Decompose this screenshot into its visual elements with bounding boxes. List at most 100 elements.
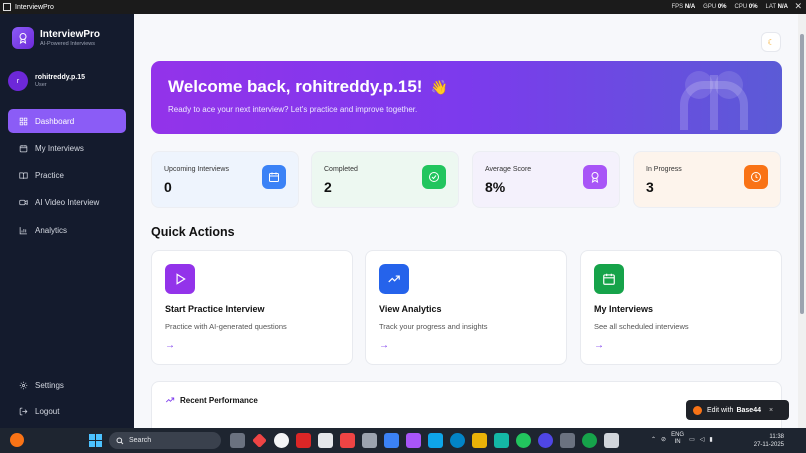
brand-name: InterviewPro: [40, 29, 101, 40]
sidebar-item-ai-video-interview[interactable]: AI Video Interview: [8, 191, 126, 215]
copilot-icon[interactable]: [406, 433, 421, 448]
quick-action-title: Start Practice Interview: [165, 304, 265, 314]
clock[interactable]: 11:38 27-11-2025: [754, 433, 784, 449]
quick-action-desc: See all scheduled interviews: [594, 322, 689, 331]
chevron-up-icon[interactable]: ⌃: [651, 436, 656, 443]
sidebar-item-label: Settings: [35, 380, 64, 390]
arrow-right-icon[interactable]: →: [379, 340, 389, 351]
quick-action-my-interviews[interactable]: My Interviews See all scheduled intervie…: [580, 250, 782, 365]
stat-card-average-score: Average Score 8%: [472, 151, 620, 208]
system-tray: ⌃ ⊘ ENG IN ▭ ◁ ▮: [651, 432, 713, 446]
sidebar-item-settings[interactable]: Settings: [8, 373, 126, 397]
app-icon[interactable]: [604, 433, 619, 448]
weather-icon[interactable]: [10, 433, 24, 447]
task-view-icon[interactable]: [230, 433, 245, 448]
quick-action-start-practice[interactable]: Start Practice Interview Practice with A…: [151, 250, 353, 365]
sidebar-item-practice[interactable]: Practice: [8, 164, 126, 188]
taskbar-search-input[interactable]: Search: [109, 432, 221, 449]
quick-action-desc: Practice with AI-generated questions: [165, 322, 287, 331]
chrome-icon[interactable]: [516, 433, 531, 448]
trending-up-icon: [379, 264, 409, 294]
welcome-banner: Welcome back, rohitreddy.p.15! 👋 Ready to…: [151, 61, 782, 134]
play-icon: [165, 264, 195, 294]
welcome-title: Welcome back, rohitreddy.p.15! 👋: [168, 77, 448, 96]
scrollbar-thumb[interactable]: [800, 34, 804, 314]
sidebar-bottom-nav: Settings Logout: [8, 373, 126, 425]
trending-up-icon: [165, 397, 175, 403]
display-icon[interactable]: ▭: [689, 436, 695, 443]
stat-card-upcoming: Upcoming Interviews 0: [151, 151, 299, 208]
mail-icon[interactable]: [384, 433, 399, 448]
edge-icon[interactable]: [450, 433, 465, 448]
volume-icon[interactable]: ◁: [700, 436, 705, 443]
edit-with-base44-badge[interactable]: Edit with Base44 ×: [686, 400, 789, 420]
video-icon: [19, 200, 28, 206]
stat-value: 3: [646, 179, 654, 195]
arrow-right-icon[interactable]: →: [165, 340, 175, 351]
theme-toggle-button[interactable]: ☾: [761, 32, 781, 52]
logout-icon: [19, 407, 28, 415]
stat-label: In Progress: [646, 166, 682, 173]
calendar-icon: [19, 144, 28, 153]
brain-decoration-icon: [680, 71, 748, 130]
window-close-icon[interactable]: ✕: [794, 1, 802, 12]
quick-action-title: My Interviews: [594, 304, 654, 314]
chatgpt-icon[interactable]: [274, 433, 289, 448]
user-profile[interactable]: r rohitreddy.p.15 User: [8, 71, 85, 91]
window-title: InterviewPro: [15, 3, 54, 11]
sidebar-item-my-interviews[interactable]: My Interviews: [8, 136, 126, 160]
award-logo-icon: [12, 27, 34, 49]
check-circle-icon: [422, 165, 446, 189]
stat-label: Completed: [324, 166, 358, 173]
user-name: rohitreddy.p.15: [35, 74, 86, 81]
sidebar-item-label: Analytics: [35, 225, 68, 235]
wave-emoji: 👋: [430, 79, 448, 95]
mcafee-icon[interactable]: [296, 433, 311, 448]
stat-value: 2: [324, 179, 332, 195]
window-titlebar: InterviewPro FPS N/A GPU 0% CPU 0% LAT N…: [0, 0, 806, 14]
app-icon[interactable]: [494, 433, 509, 448]
user-role: User: [35, 82, 47, 88]
app-icon[interactable]: [560, 433, 575, 448]
whatsapp-icon[interactable]: [582, 433, 597, 448]
brand[interactable]: InterviewPro AI-Powered Interviews: [12, 27, 100, 49]
base44-logo-icon: [693, 405, 702, 415]
welcome-subtitle: Ready to ace your next interview? Let's …: [168, 105, 418, 114]
language-indicator[interactable]: ENG IN: [671, 432, 684, 446]
folder-icon[interactable]: [472, 433, 487, 448]
app-icon[interactable]: [252, 433, 267, 448]
app-icon[interactable]: [362, 433, 377, 448]
taskbar-apps: [230, 433, 619, 448]
youtube-icon[interactable]: [340, 433, 355, 448]
quick-action-title: View Analytics: [379, 304, 442, 314]
settings-app-icon[interactable]: [428, 433, 443, 448]
main-scrollbar[interactable]: [798, 14, 806, 428]
taskbar: Search ⌃ ⊘ ENG IN ▭ ◁ ▮ 11:38 27-11-2025: [0, 428, 806, 453]
award-icon: [583, 165, 607, 189]
sidebar-nav: Dashboard My Interviews Practice AI Vide…: [8, 109, 126, 245]
network-icon[interactable]: ⊘: [661, 436, 666, 443]
avatar: r: [8, 71, 28, 91]
quick-action-view-analytics[interactable]: View Analytics Track your progress and i…: [365, 250, 567, 365]
book-icon: [19, 172, 28, 180]
sidebar-item-label: AI Video Interview: [35, 198, 100, 208]
brand-tagline: AI-Powered Interviews: [40, 41, 96, 47]
sidebar-item-dashboard[interactable]: Dashboard: [8, 109, 126, 133]
stat-card-completed: Completed 2: [311, 151, 459, 208]
battery-icon[interactable]: ▮: [709, 436, 712, 443]
calendar-icon: [262, 165, 286, 189]
sidebar-item-logout[interactable]: Logout: [8, 399, 126, 423]
close-icon[interactable]: ×: [769, 407, 773, 414]
stat-label: Upcoming Interviews: [164, 166, 229, 173]
dashboard-icon: [19, 117, 28, 125]
sidebar-item-analytics[interactable]: Analytics: [8, 218, 126, 242]
sidebar-item-label: My Interviews: [35, 143, 84, 153]
store-icon[interactable]: [318, 433, 333, 448]
app-icon[interactable]: [538, 433, 553, 448]
stat-value: 0: [164, 179, 172, 195]
arrow-right-icon[interactable]: →: [594, 340, 604, 351]
sidebar-item-label: Logout: [35, 406, 60, 416]
search-icon: [116, 437, 124, 444]
recent-performance-title: Recent Performance: [165, 395, 258, 405]
windows-start-icon[interactable]: [89, 434, 102, 447]
